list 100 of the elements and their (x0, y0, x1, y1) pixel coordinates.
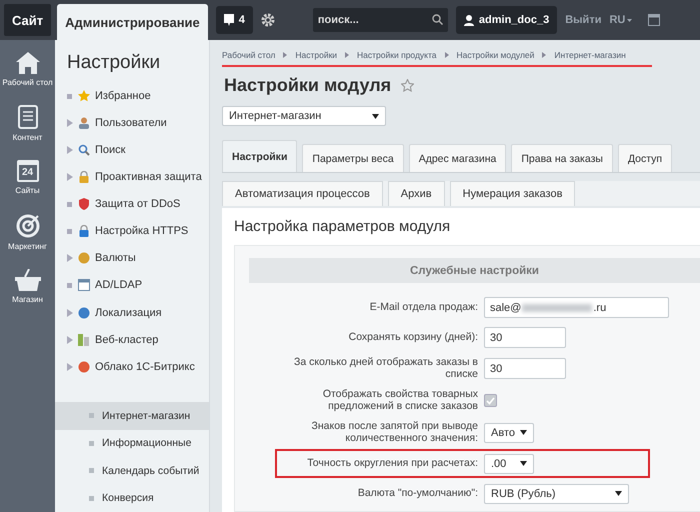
bullet-icon (67, 200, 73, 208)
input-field[interactable]: 30 (484, 358, 566, 380)
tab[interactable]: Параметры веса (302, 144, 404, 172)
bullet-icon (89, 440, 94, 446)
panel-title: Настройка параметров модуля (234, 218, 452, 235)
bullet-icon (67, 92, 73, 100)
document-icon (18, 105, 38, 130)
bullet-icon (89, 413, 94, 418)
lock-icon (78, 170, 90, 183)
search-icon (78, 144, 90, 156)
sidebar-item[interactable]: Настройка HTTPS (95, 225, 188, 238)
home-icon (16, 52, 40, 74)
sidebar-title: Настройки (66, 52, 162, 74)
tab[interactable]: Права на заказы (511, 144, 613, 172)
sidebar-item[interactable]: Веб-кластер (95, 334, 158, 346)
settings-icon[interactable] (260, 13, 275, 27)
checkbox[interactable] (484, 394, 497, 408)
caret-icon (520, 430, 527, 436)
tab[interactable]: Настройки (222, 140, 298, 172)
sidebar-item[interactable]: Пользователи (95, 116, 167, 129)
chevron-icon (444, 52, 449, 58)
rail-label[interactable]: Рабочий стол (2, 78, 53, 88)
star-icon (78, 90, 90, 102)
search-field[interactable]: поиск... (312, 8, 448, 32)
expand-arrow-icon[interactable] (67, 146, 73, 154)
sidebar-item[interactable]: Валюты (95, 252, 136, 264)
bullet-icon (67, 281, 73, 290)
rail-label[interactable]: Контент (12, 133, 42, 142)
sidebar-subitem[interactable]: Календарь событий (55, 457, 209, 485)
logout-link[interactable]: Выйти (565, 14, 602, 26)
expand-arrow-icon[interactable] (67, 308, 73, 317)
window-icon[interactable] (648, 14, 660, 26)
sidebar-subitem[interactable]: Конверсия (55, 484, 209, 512)
breadcrumb-link[interactable]: Настройки продукта (357, 50, 437, 60)
lock-icon (78, 225, 90, 238)
star-icon[interactable] (401, 79, 414, 92)
field-label: За сколько дней отображать заказы в списке (292, 357, 478, 380)
sidebar-item[interactable]: Защита от DDoS (95, 198, 180, 210)
rail-label[interactable]: Сайты (15, 186, 40, 196)
input-field[interactable]: 30 (484, 327, 566, 348)
tab[interactable]: Доступ (618, 144, 672, 172)
bullet-icon (89, 468, 94, 474)
breadcrumb-link[interactable]: Рабочий стол (222, 50, 276, 60)
sidebar-item[interactable]: Облако 1С-Битрикс (95, 360, 195, 373)
field-label: Валюта "по-умолчанию": (356, 488, 478, 500)
dropdown[interactable]: .00 (484, 454, 534, 474)
user-button[interactable]: admin_doc_3 (456, 6, 558, 34)
shield-icon (78, 198, 90, 210)
calendar-icon: 24 (16, 160, 38, 182)
user-icon (464, 14, 474, 26)
chevron-icon (283, 52, 288, 58)
bullet-icon (89, 496, 94, 501)
caret-icon (520, 461, 527, 466)
expand-arrow-icon[interactable] (67, 362, 73, 371)
window-icon (78, 279, 90, 292)
basket-icon (14, 268, 40, 291)
breadcrumb-link[interactable]: Настройки модулей (456, 50, 534, 60)
dropdown[interactable]: Авто (484, 422, 534, 443)
field-label: Сохранять корзину (дней): (348, 332, 478, 344)
admin-tab[interactable]: Администрирование (57, 4, 208, 40)
expand-arrow-icon[interactable] (67, 254, 73, 262)
sidebar-item[interactable]: AD/LDAP (95, 279, 142, 292)
notifications-button[interactable]: 4 (216, 6, 253, 34)
target-icon (16, 214, 40, 238)
input-field[interactable]: sale@ .ru (484, 297, 669, 318)
sidebar-subitem[interactable]: Интернет-магазин (55, 402, 209, 430)
breadcrumb-link[interactable]: Настройки (295, 50, 338, 60)
expand-arrow-icon[interactable] (67, 172, 73, 181)
chevron-icon (345, 52, 350, 58)
subtab[interactable]: Архив (388, 181, 445, 206)
caret-icon (615, 491, 622, 496)
field-label: Отображать свойства товарных предложений в списке заказов (322, 389, 478, 412)
caret-icon (627, 18, 632, 22)
caret-icon (372, 114, 379, 118)
subtab[interactable]: Нумерация заказов (450, 181, 576, 206)
expand-arrow-icon[interactable] (67, 118, 73, 127)
field-label: Знаков после запятой при выводе количественного значения: (310, 421, 478, 444)
search-icon[interactable] (432, 14, 443, 25)
sidebar-item[interactable]: Избранное (95, 90, 151, 102)
language-menu[interactable]: RU (609, 14, 632, 26)
tab[interactable]: Адрес магазина (408, 144, 506, 172)
expand-arrow-icon[interactable] (67, 336, 73, 344)
field-label: E-Mail отдела продаж: (368, 302, 478, 314)
user-icon (78, 116, 90, 129)
sidebar-item[interactable]: Поиск (95, 144, 126, 156)
bullet-icon (67, 227, 73, 236)
breadcrumb-link[interactable]: Интернет-магазин (554, 50, 626, 60)
field-label: Точность округления при расчетах: (306, 458, 478, 470)
server-icon (78, 334, 90, 346)
sidebar-item[interactable]: Локализация (95, 306, 162, 319)
module-select[interactable]: Интернет-магазин (222, 106, 386, 126)
subtab[interactable]: Автоматизация процессов (222, 181, 383, 206)
sidebar-item[interactable]: Проактивная защита (95, 170, 202, 183)
rail-label[interactable]: Магазин (12, 294, 43, 304)
page-title: Настройки модуля (224, 75, 392, 96)
rail-label[interactable]: Маркетинг (8, 242, 47, 251)
site-button[interactable]: Сайт (4, 4, 52, 36)
chevron-icon (542, 52, 546, 58)
sidebar-subitem[interactable]: Информационные (55, 430, 209, 458)
dropdown[interactable]: RUB (Рубль) (484, 484, 629, 504)
